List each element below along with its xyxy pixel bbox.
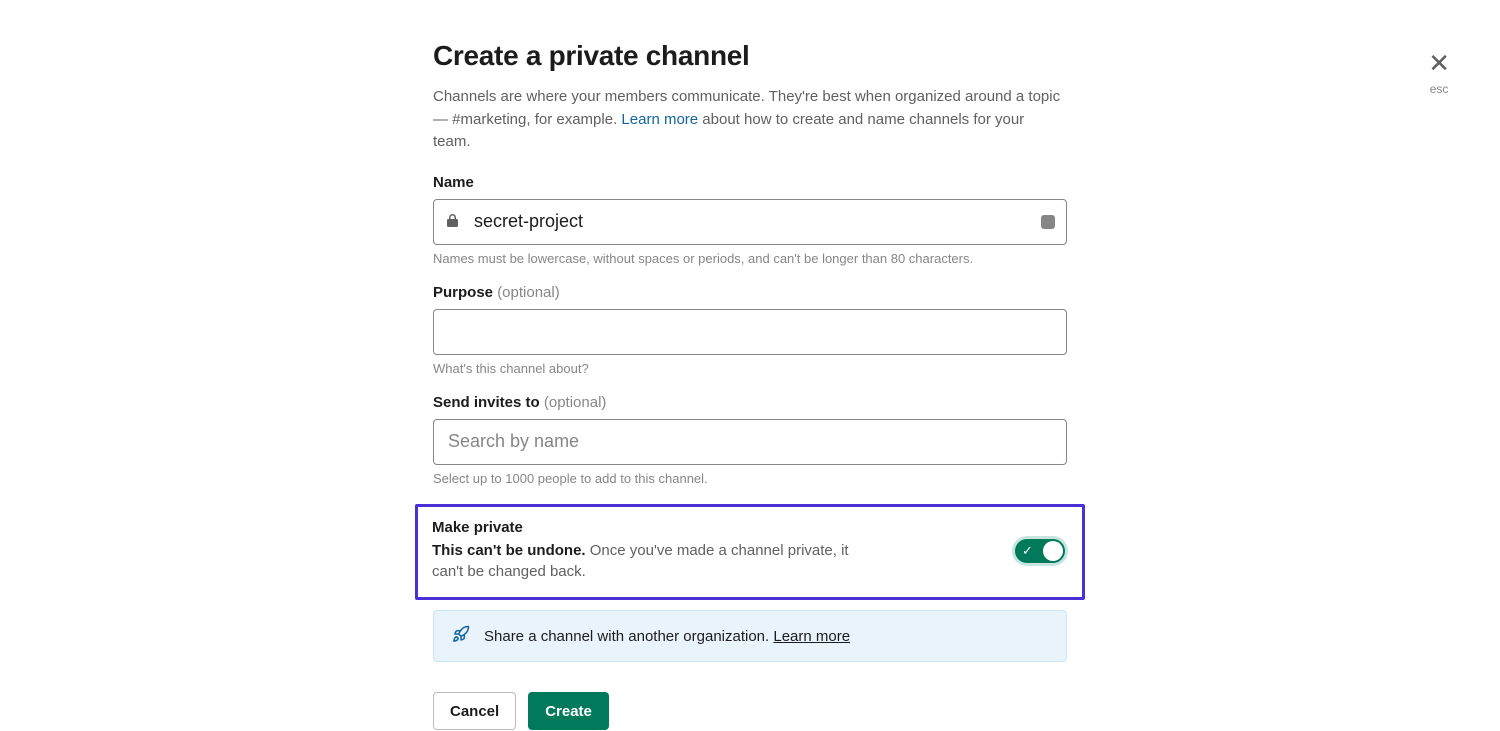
intro-learn-more-link[interactable]: Learn more — [621, 111, 698, 128]
input-suffix-icon — [1041, 215, 1055, 229]
check-icon: ✓ — [1022, 543, 1033, 559]
private-description: This can't be undone. Once you've made a… — [432, 540, 852, 584]
purpose-input-wrap — [433, 309, 1067, 355]
private-text: Make private This can't be undone. Once … — [432, 519, 852, 584]
intro-text: Channels are where your members communic… — [433, 86, 1063, 154]
name-field-block: Name Names must be lowercase, without sp… — [433, 174, 1067, 266]
create-channel-dialog: Create a private channel Channels are wh… — [433, 0, 1067, 730]
lock-icon — [447, 214, 458, 230]
make-private-section: Make private This can't be undone. Once … — [415, 504, 1085, 601]
purpose-label: Purpose (optional) — [433, 284, 560, 301]
invites-field-block: Send invites to (optional) Select up to … — [433, 394, 1067, 486]
name-hint: Names must be lowercase, without spaces … — [433, 251, 1067, 266]
invites-search-input[interactable] — [433, 419, 1067, 465]
purpose-field-block: Purpose (optional) What's this channel a… — [433, 284, 1067, 376]
rocket-icon — [452, 625, 470, 647]
private-title: Make private — [432, 519, 852, 536]
invites-label: Send invites to (optional) — [433, 394, 606, 411]
dialog-actions: Cancel Create — [433, 692, 1067, 730]
cancel-button[interactable]: Cancel — [433, 692, 516, 730]
close-button[interactable]: ✕ esc — [1428, 50, 1450, 96]
dialog-title: Create a private channel — [433, 40, 1067, 72]
private-toggle[interactable]: ✓ — [1012, 536, 1068, 566]
invites-hint: Select up to 1000 people to add to this … — [433, 471, 1067, 486]
invites-input-wrap — [433, 419, 1067, 465]
name-input-wrap — [433, 199, 1067, 245]
purpose-hint: What's this channel about? — [433, 361, 1067, 376]
share-learn-more-link[interactable]: Learn more — [773, 628, 850, 645]
purpose-input[interactable] — [433, 309, 1067, 355]
name-label: Name — [433, 174, 474, 191]
share-channel-banner: Share a channel with another organizatio… — [433, 610, 1067, 662]
toggle-knob — [1043, 541, 1063, 561]
close-icon: ✕ — [1428, 50, 1450, 76]
share-banner-text: Share a channel with another organizatio… — [484, 628, 850, 645]
create-button[interactable]: Create — [528, 692, 609, 730]
channel-name-input[interactable] — [433, 199, 1067, 245]
close-label: esc — [1428, 82, 1450, 96]
